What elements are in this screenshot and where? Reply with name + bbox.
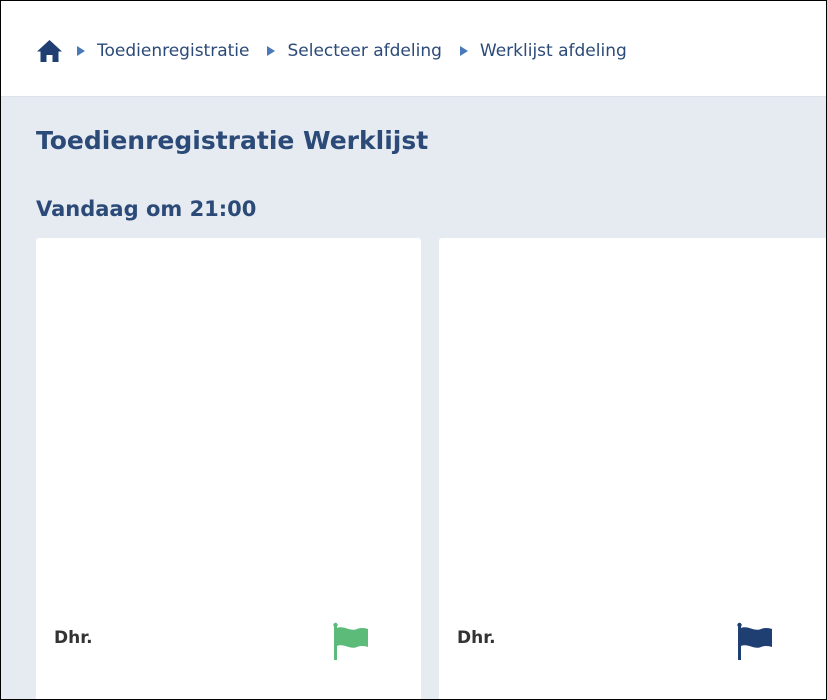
breadcrumb-item-selecteer-afdeling[interactable]: Selecteer afdeling [287,41,441,61]
flag-icon [737,622,772,660]
page-title: Toedienregistratie Werklijst [36,126,429,155]
patient-card[interactable]: Dhr. [439,238,826,699]
patient-salutation: Dhr. [457,628,496,648]
breadcrumb-item-werklijst-afdeling[interactable]: Werklijst afdeling [480,41,627,61]
chevron-right-icon [77,46,85,56]
flag-icon [333,622,368,660]
chevron-right-icon [267,46,276,56]
section-title: Vandaag om 21:00 [36,197,257,221]
chevron-right-icon [459,46,468,56]
breadcrumb: Toedienregistratie Selecteer afdeling We… [36,37,645,65]
breadcrumb-item-toedienregistratie[interactable]: Toedienregistratie [97,41,249,61]
top-bar: Toedienregistratie Selecteer afdeling We… [1,1,826,97]
app-window: Toedienregistratie Selecteer afdeling We… [0,0,827,700]
home-icon[interactable] [36,39,63,63]
patient-card[interactable]: Dhr. [36,238,421,699]
patient-salutation: Dhr. [54,628,93,648]
